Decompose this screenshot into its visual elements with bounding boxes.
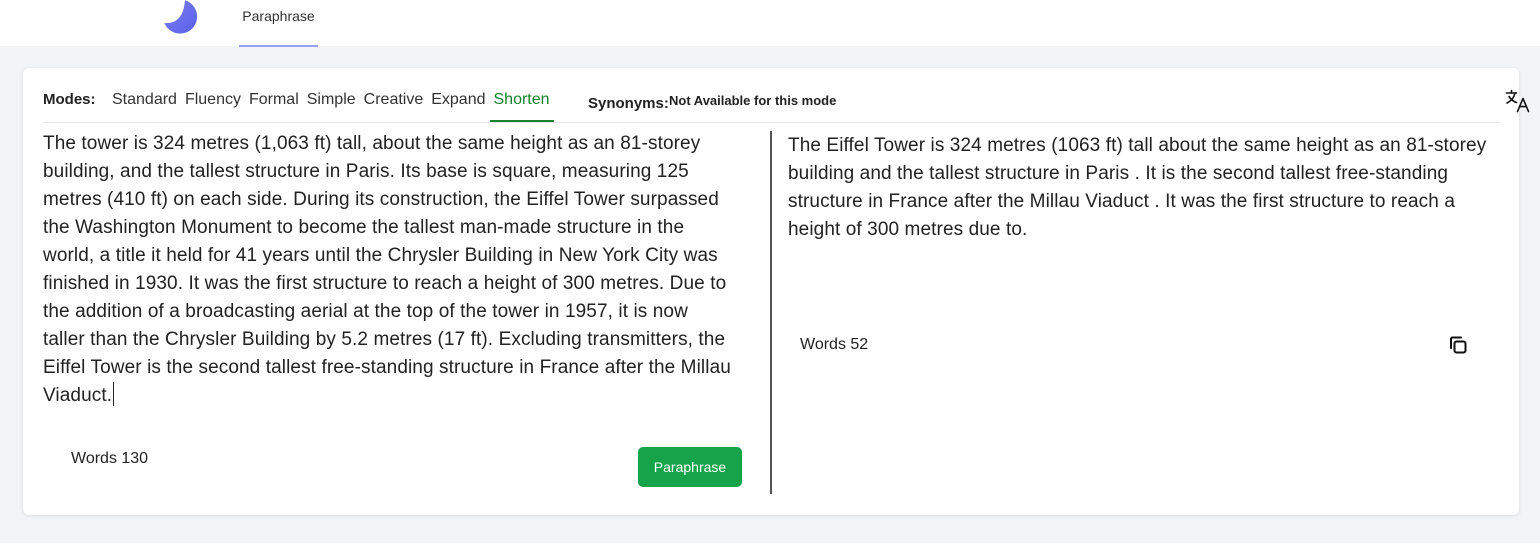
synonyms-status: Not Available for this mode bbox=[669, 93, 837, 108]
mode-tab-fluency[interactable]: Fluency bbox=[181, 68, 245, 122]
modes-label: Modes: bbox=[43, 91, 96, 108]
nav-tab-paraphrase[interactable]: Paraphrase bbox=[239, 0, 318, 47]
input-text: The tower is 324 metres (1,063 ft) tall,… bbox=[43, 133, 731, 406]
copy-icon[interactable] bbox=[1448, 335, 1468, 355]
paraphrase-button[interactable]: Paraphrase bbox=[638, 447, 742, 487]
top-bar: Paraphrase bbox=[0, 0, 1540, 47]
mode-tab-creative[interactable]: Creative bbox=[360, 68, 428, 122]
output-word-count: Words 52 bbox=[800, 336, 869, 353]
mode-tab-shorten[interactable]: Shorten bbox=[489, 68, 554, 122]
paraphraser-card: Modes: Standard Fluency Formal Simple Cr… bbox=[23, 68, 1530, 515]
synonyms-label: Synonyms: bbox=[588, 95, 669, 112]
mode-tab-formal[interactable]: Formal bbox=[245, 68, 303, 122]
translate-icon[interactable] bbox=[1505, 89, 1531, 113]
mode-tab-standard[interactable]: Standard bbox=[108, 68, 181, 122]
output-text: The Eiffel Tower is 324 metres (1063 ft)… bbox=[788, 135, 1487, 240]
panel-divider bbox=[770, 131, 772, 494]
modes-bar: Modes: Standard Fluency Formal Simple Cr… bbox=[43, 68, 1530, 123]
input-word-count: Words 130 bbox=[71, 450, 149, 467]
mode-tab-expand[interactable]: Expand bbox=[427, 68, 489, 122]
mode-tabs: Standard Fluency Formal Simple Creative … bbox=[108, 68, 554, 122]
text-cursor bbox=[113, 382, 115, 406]
mode-tab-simple[interactable]: Simple bbox=[303, 68, 360, 122]
moon-logo-icon[interactable] bbox=[162, 0, 200, 34]
input-textarea[interactable]: The tower is 324 metres (1,063 ft) tall,… bbox=[43, 130, 733, 410]
